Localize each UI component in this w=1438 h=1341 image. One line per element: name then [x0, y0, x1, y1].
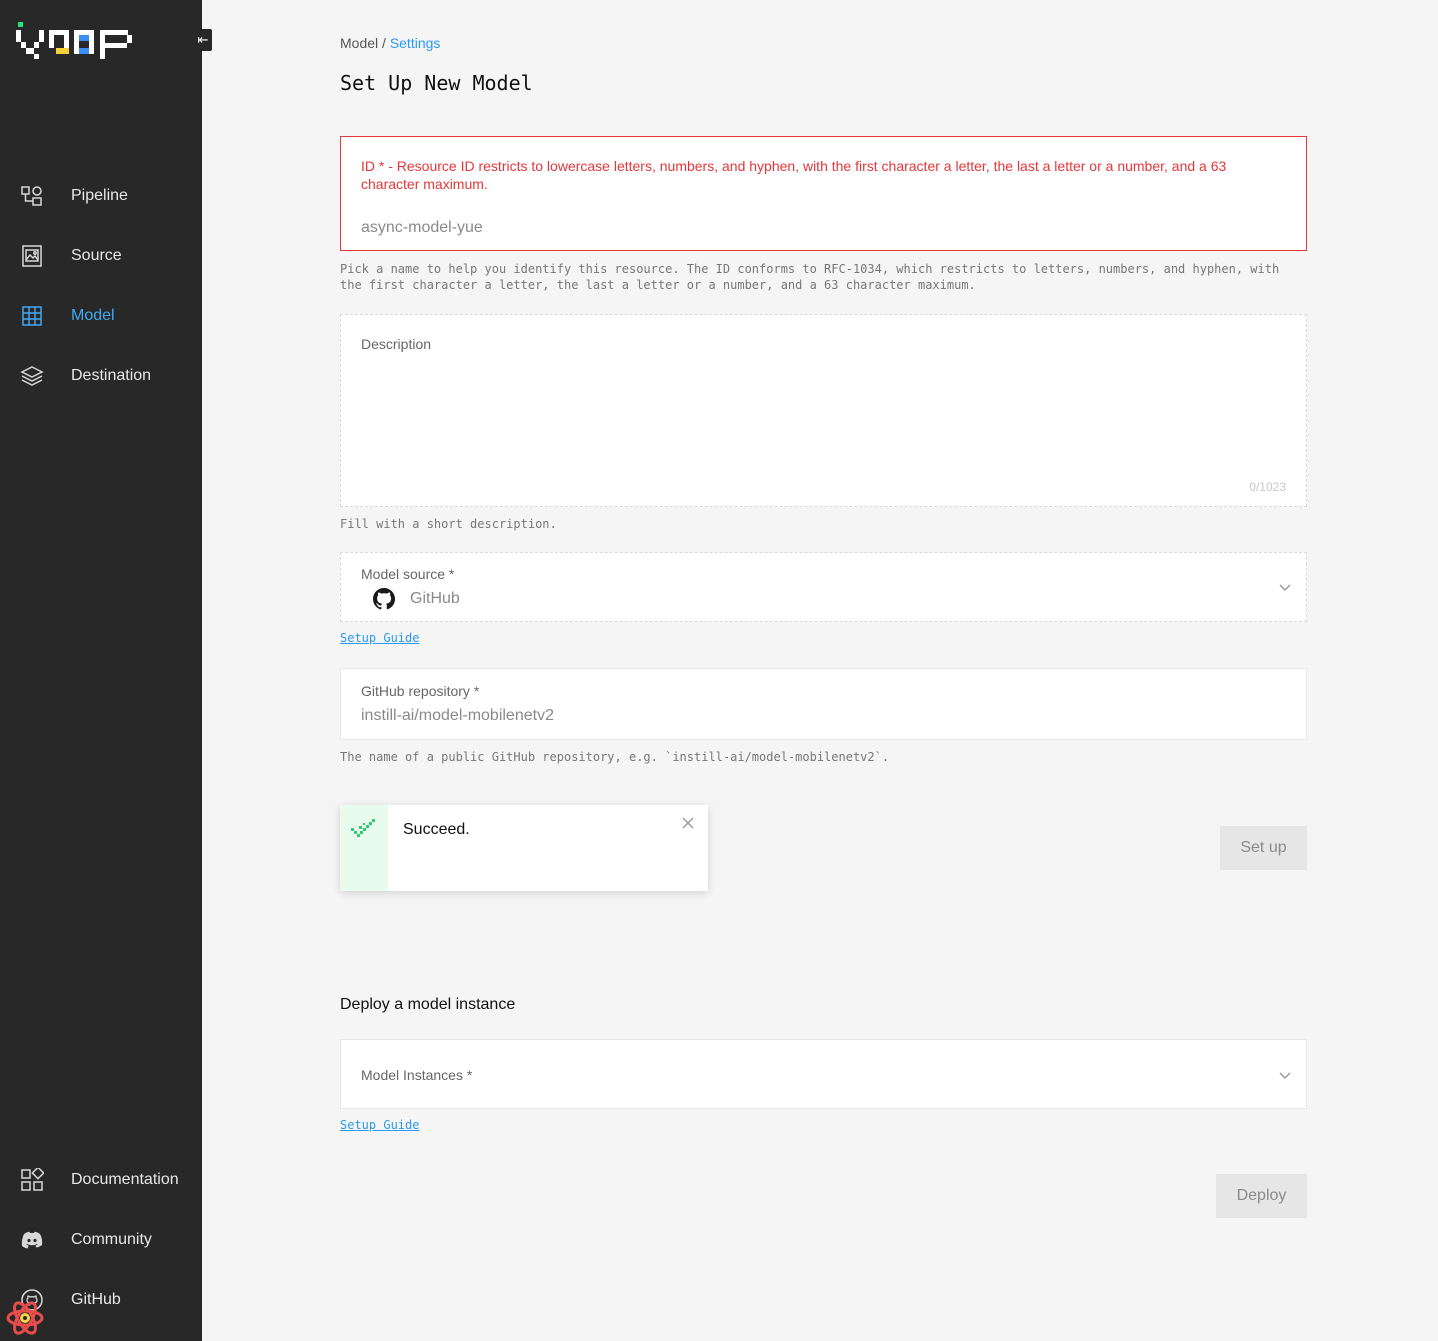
- id-input[interactable]: async-model-yue: [361, 219, 483, 237]
- sidebar-item-pipeline[interactable]: Pipeline: [0, 176, 202, 216]
- sidebar-item-destination[interactable]: Destination: [0, 356, 202, 396]
- blocks-icon: [20, 1168, 44, 1192]
- description-help-text: Fill with a short description.: [340, 517, 557, 531]
- breadcrumb-separator: /: [378, 35, 390, 51]
- deploy-button[interactable]: Deploy: [1216, 1174, 1307, 1218]
- sidebar-item-label: Destination: [71, 367, 152, 384]
- sidebar-item-model[interactable]: Model: [0, 296, 202, 336]
- chevron-down-icon[interactable]: [1278, 580, 1292, 594]
- model-source-select[interactable]: Model source * GitHub: [340, 552, 1307, 622]
- model-source-value: GitHub: [410, 590, 460, 607]
- sidebar-item-label: Community: [71, 1231, 152, 1248]
- github-repository-label: GitHub repository *: [361, 683, 480, 699]
- model-instances-select[interactable]: Model Instances *: [340, 1039, 1307, 1109]
- github-icon: [373, 588, 395, 610]
- double-check-icon: [351, 819, 375, 837]
- github-repository-help-text: The name of a public GitHub repository, …: [340, 750, 890, 764]
- sidebar-item-community[interactable]: Community: [0, 1220, 202, 1260]
- model-source-setup-guide-link[interactable]: Setup Guide: [340, 631, 419, 645]
- description-field[interactable]: Description 0/1023: [340, 314, 1307, 507]
- toast-message: Succeed.: [403, 821, 470, 838]
- chevron-down-icon[interactable]: [1278, 1068, 1292, 1082]
- sidebar: ⇤ Pipeline Source Model Destination Docu…: [0, 0, 212, 1341]
- description-counter: 0/1023: [1249, 480, 1286, 494]
- model-source-label: Model source *: [361, 566, 455, 582]
- discord-icon: [20, 1228, 44, 1252]
- sidebar-item-source[interactable]: Source: [0, 236, 202, 276]
- collapse-sidebar-button[interactable]: ⇤: [194, 29, 212, 51]
- image-icon: [20, 244, 44, 268]
- sidebar-item-label: Documentation: [71, 1171, 179, 1188]
- id-help-text: Pick a name to help you identify this re…: [340, 262, 1280, 292]
- description-label: Description: [361, 336, 432, 352]
- model-instances-label: Model Instances *: [361, 1067, 473, 1083]
- breadcrumb: Model / Settings: [340, 35, 440, 51]
- setup-button[interactable]: Set up: [1220, 826, 1307, 870]
- breadcrumb-current[interactable]: Settings: [390, 35, 441, 51]
- breadcrumb-parent[interactable]: Model: [340, 35, 378, 51]
- pipeline-icon: [20, 184, 44, 208]
- success-toast: Succeed.: [340, 805, 708, 891]
- id-field[interactable]: ID * - Resource ID restricts to lowercas…: [340, 136, 1307, 251]
- sidebar-item-label: Model: [71, 307, 115, 324]
- close-icon[interactable]: [680, 815, 696, 831]
- page-title: Set Up New Model: [340, 71, 533, 95]
- sidebar-item-label: Source: [71, 247, 122, 264]
- grid-icon: [20, 304, 44, 328]
- sidebar-item-documentation[interactable]: Documentation: [0, 1160, 202, 1200]
- react-devtools-icon[interactable]: [5, 1298, 45, 1338]
- id-error-label: ID * - Resource ID restricts to lowercas…: [361, 158, 1227, 192]
- toast-status-panel: [340, 805, 388, 891]
- layers-icon: [20, 364, 44, 388]
- sidebar-item-label: GitHub: [71, 1291, 121, 1308]
- deploy-section-title: Deploy a model instance: [340, 996, 516, 1013]
- vdp-logo: [16, 22, 132, 59]
- github-repository-input[interactable]: instill-ai/model-mobilenetv2: [361, 707, 554, 725]
- sidebar-item-label: Pipeline: [71, 187, 128, 204]
- github-repository-field[interactable]: GitHub repository * instill-ai/model-mob…: [340, 668, 1307, 740]
- model-instances-setup-guide-link[interactable]: Setup Guide: [340, 1118, 419, 1132]
